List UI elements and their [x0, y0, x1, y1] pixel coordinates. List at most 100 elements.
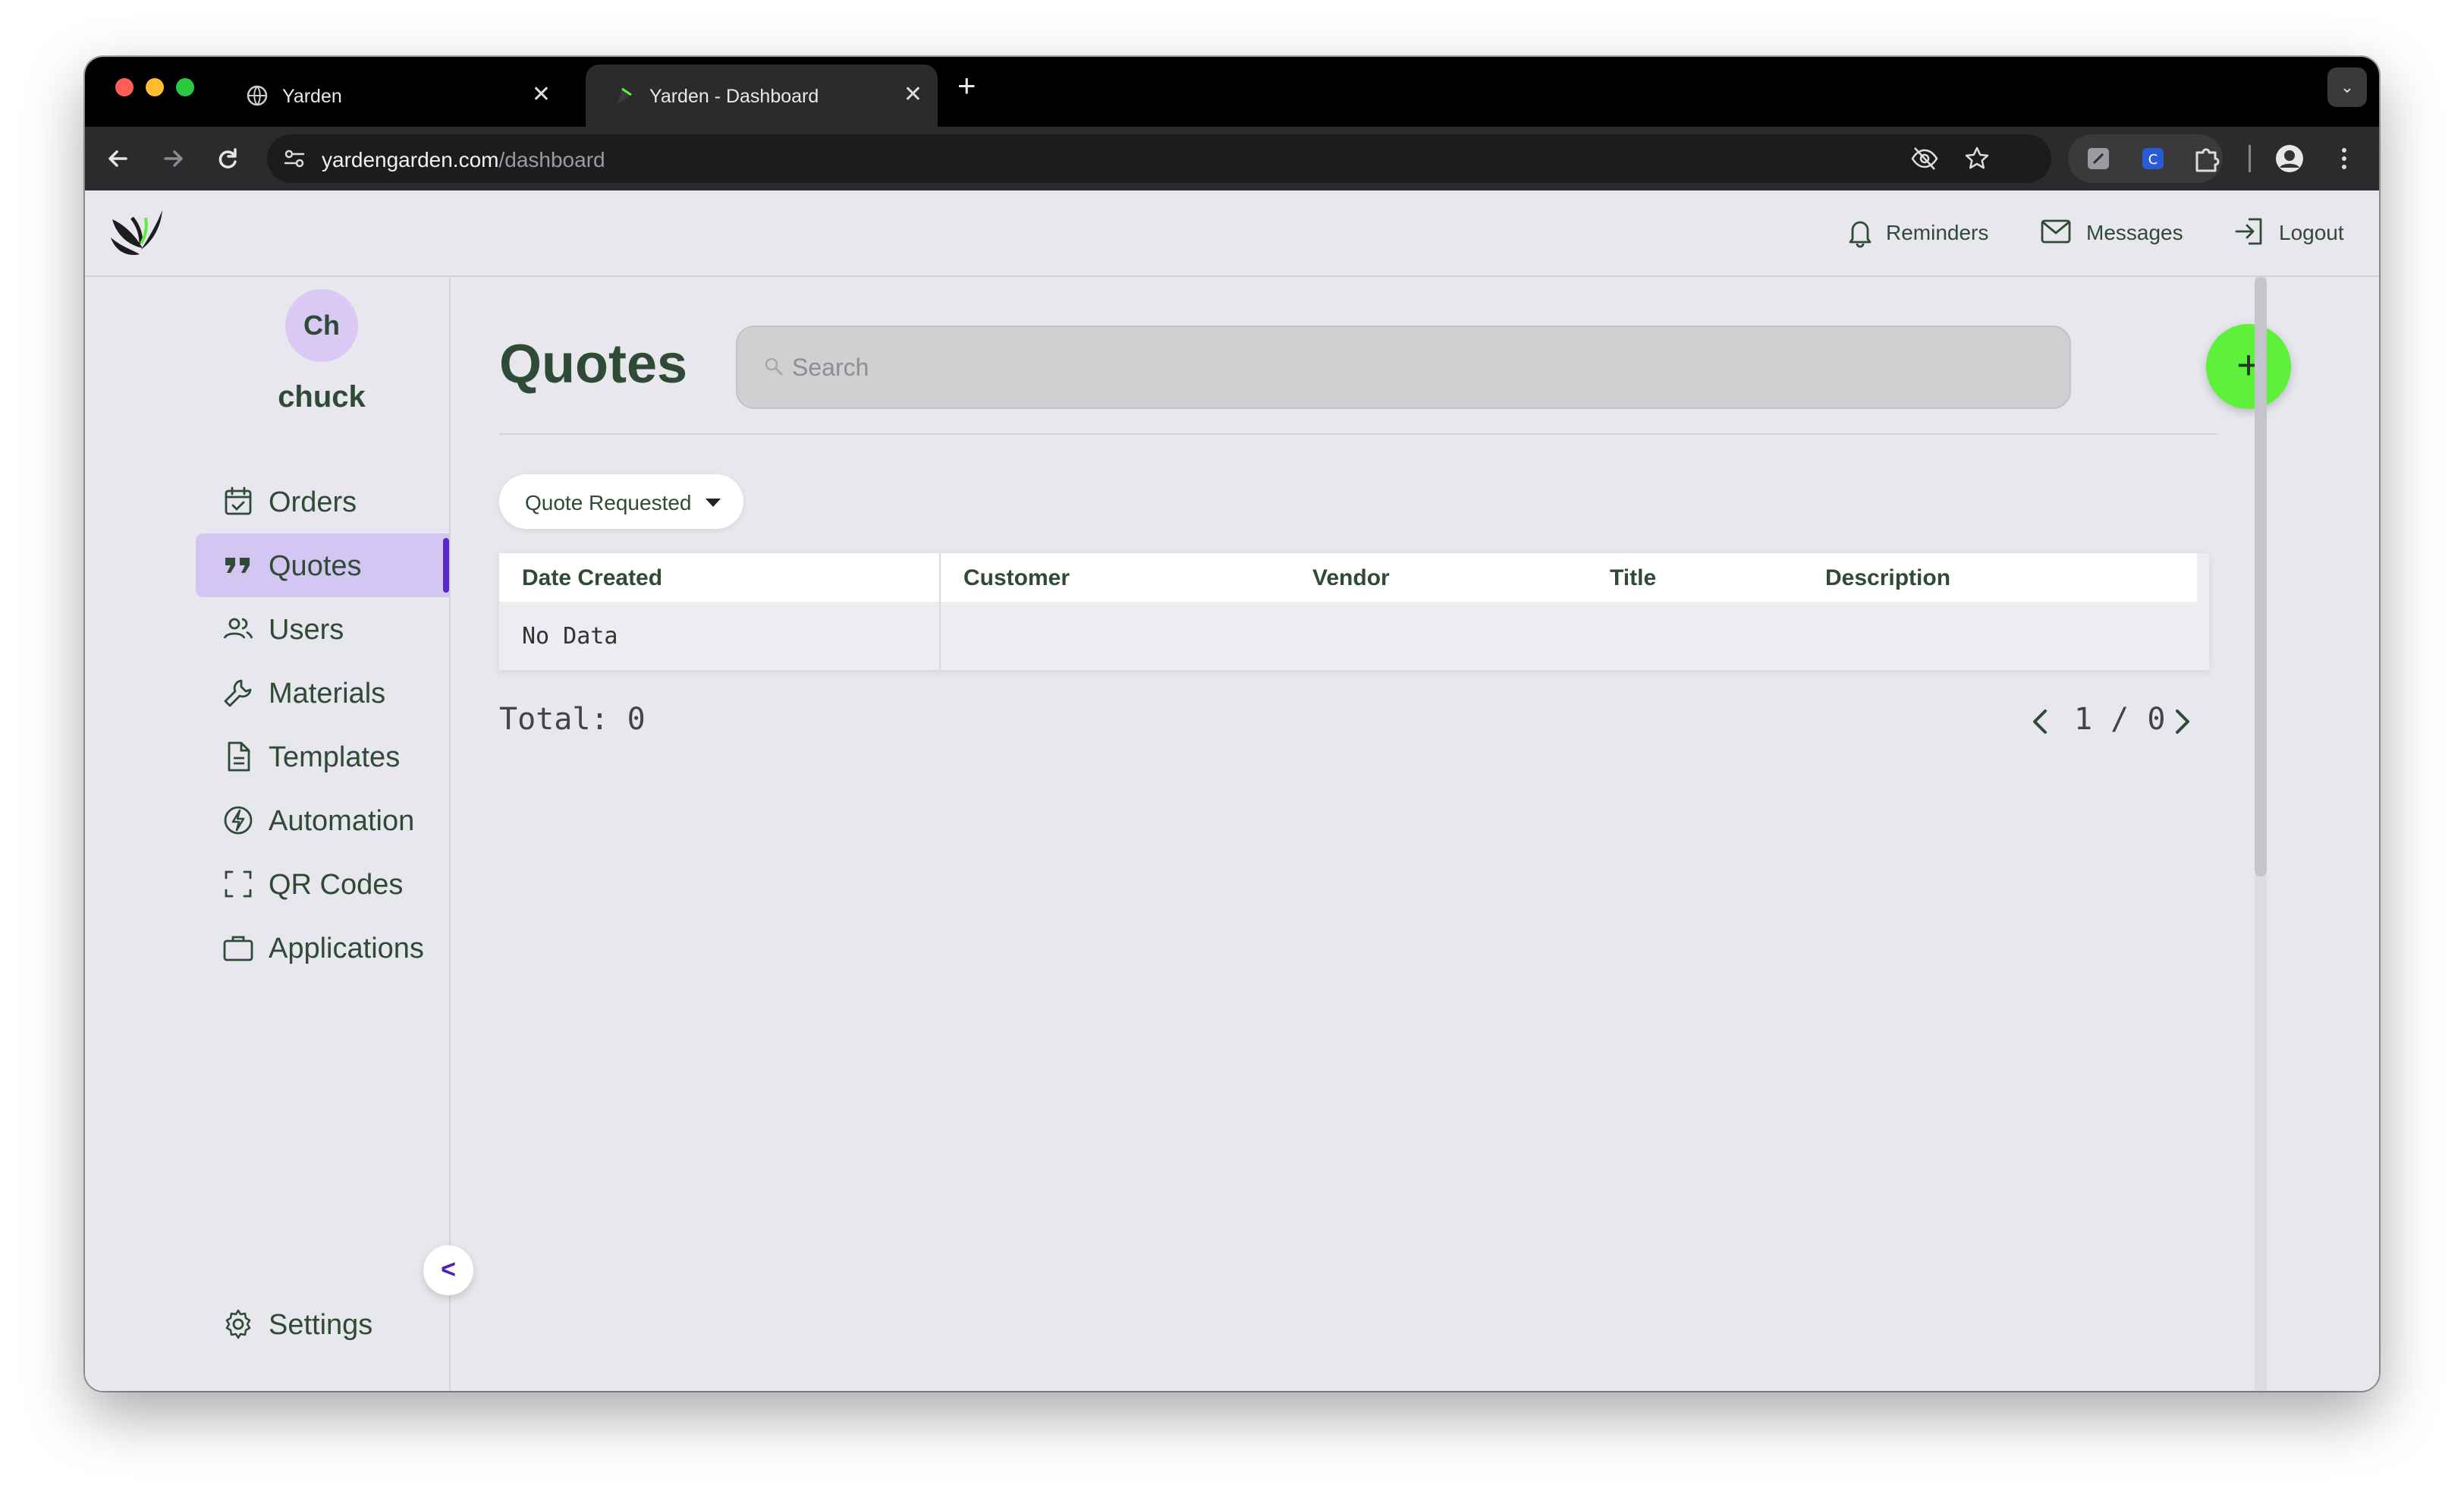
reminders-label: Reminders: [1886, 221, 1989, 244]
scrollbar[interactable]: [2255, 277, 2267, 1391]
profile-avatar-icon[interactable]: [2271, 140, 2308, 177]
browser-window: Yarden ✕ Yarden - Dashboard ✕ + ⌄ yarden…: [85, 57, 2379, 1391]
chevron-right-icon[interactable]: [2167, 705, 2197, 738]
bookmark-star-icon[interactable]: [1963, 145, 1991, 172]
sidebar-item-label: Automation: [269, 805, 415, 837]
users-icon: [223, 618, 253, 639]
logout-label: Logout: [2279, 221, 2344, 244]
sidebar-item-label: Applications: [269, 933, 424, 964]
yarden-favicon-icon: [618, 87, 632, 104]
logout-link[interactable]: Logout: [2232, 218, 2353, 251]
wrench-icon: [224, 679, 252, 707]
sidebar-item-automation[interactable]: Automation: [196, 788, 449, 852]
scrollbar-thumb[interactable]: [2255, 277, 2267, 876]
page-indicator: 1 / 0: [2074, 702, 2166, 737]
document-icon: [228, 741, 250, 772]
column-header-description[interactable]: Description: [1825, 565, 1950, 591]
site-settings-icon[interactable]: [281, 145, 308, 172]
bolt-icon: [224, 806, 253, 835]
sidebar-item-applications[interactable]: Applications: [196, 916, 449, 980]
back-icon[interactable]: [100, 140, 137, 177]
table-header: Date Created Customer Vendor Title Descr…: [499, 553, 2197, 602]
new-tab-button[interactable]: +: [957, 68, 976, 104]
column-header-customer[interactable]: Customer: [963, 565, 1070, 591]
app-header: Reminders Messages Logout: [85, 190, 2379, 277]
caret-down-icon: [706, 499, 721, 507]
browser-tab-dashboard[interactable]: Yarden - Dashboard ✕: [586, 65, 938, 127]
main-content: Quotes + Quote Requested Date Created Cu…: [499, 277, 2291, 1391]
reminders-link[interactable]: Reminders: [1845, 218, 1989, 251]
search-bar[interactable]: [736, 326, 2071, 409]
chevron-left-icon[interactable]: [2026, 705, 2056, 738]
sidebar: Ch chuck Orders Quotes Users Materials T…: [85, 277, 473, 1391]
logout-icon: [2235, 218, 2262, 245]
browser-menu-icon[interactable]: [2326, 140, 2362, 177]
url-path: /dashboard: [498, 148, 605, 171]
status-filter-value: Quote Requested: [525, 491, 692, 514]
tab-title: Yarden - Dashboard: [649, 86, 819, 107]
sidebar-item-orders[interactable]: Orders: [196, 470, 449, 533]
total-count: Total: 0: [499, 702, 646, 737]
url-host: yardengarden.com: [322, 148, 499, 171]
close-tab-icon[interactable]: ✕: [904, 81, 922, 108]
briefcase-icon: [223, 936, 253, 961]
close-window-button[interactable]: [115, 78, 134, 96]
sidebar-item-materials[interactable]: Materials: [196, 661, 449, 725]
sidebar-item-quotes[interactable]: Quotes: [196, 533, 449, 597]
column-divider: [939, 553, 941, 670]
sidebar-item-label: Materials: [269, 678, 386, 710]
eye-off-icon[interactable]: [1910, 145, 1939, 172]
bell-icon: [1849, 221, 1872, 248]
column-header-title[interactable]: Title: [1610, 565, 1656, 591]
column-header-vendor[interactable]: Vendor: [1312, 565, 1390, 591]
sidebar-item-label: Templates: [269, 741, 401, 773]
collapse-sidebar-button[interactable]: <: [423, 1245, 473, 1295]
sidebar-item-qr-codes[interactable]: QR Codes: [196, 852, 449, 916]
sidebar-item-label: Quotes: [269, 550, 362, 582]
sidebar-item-label: QR Codes: [269, 869, 404, 901]
close-tab-icon[interactable]: ✕: [532, 81, 551, 108]
column-header-date-created[interactable]: Date Created: [522, 565, 662, 591]
address-bar[interactable]: yardengarden.com/dashboard: [267, 134, 2051, 183]
browser-tab-yarden[interactable]: Yarden ✕: [218, 65, 566, 127]
tab-search-button[interactable]: ⌄: [2327, 68, 2367, 107]
extension-icon[interactable]: [2080, 140, 2117, 177]
avatar[interactable]: Ch: [285, 289, 358, 362]
svg-text:C: C: [2148, 152, 2158, 168]
page-title: Quotes: [499, 334, 688, 395]
maximize-window-button[interactable]: [176, 78, 194, 96]
sidebar-item-label: Orders: [269, 486, 357, 518]
search-input[interactable]: [790, 347, 2007, 388]
extensions-puzzle-icon[interactable]: [2188, 140, 2224, 177]
yarden-logo-icon[interactable]: [106, 203, 167, 263]
extension-c-icon[interactable]: C: [2135, 140, 2171, 177]
sidebar-item-settings[interactable]: Settings: [196, 1292, 449, 1356]
browser-toolbar: yardengarden.com/dashboard C: [85, 127, 2379, 190]
sidebar-item-label: Users: [269, 614, 344, 646]
forward-icon[interactable]: [155, 140, 191, 177]
toolbar-divider: [2249, 145, 2251, 172]
quote-icon: [225, 558, 250, 573]
sidebar-item-templates[interactable]: Templates: [196, 725, 449, 788]
sidebar-item-users[interactable]: Users: [196, 597, 449, 661]
tab-title: Yarden: [282, 86, 342, 107]
url-text: yardengarden.com/dashboard: [322, 148, 605, 172]
add-quote-button[interactable]: +: [2206, 324, 2291, 409]
app-root: Reminders Messages Logout Ch chuck Order…: [85, 190, 2379, 1391]
calendar-check-icon: [225, 486, 252, 515]
quotes-table: Date Created Customer Vendor Title Descr…: [499, 553, 2209, 670]
globe-icon: [247, 85, 268, 106]
gear-icon: [225, 1309, 251, 1339]
messages-label: Messages: [2086, 221, 2183, 244]
reload-icon[interactable]: [209, 140, 246, 177]
header-divider: [499, 433, 2218, 435]
username: chuck: [278, 380, 366, 414]
scan-frame-icon: [225, 870, 252, 898]
messages-link[interactable]: Messages: [2039, 218, 2191, 251]
minimize-window-button[interactable]: [146, 78, 164, 96]
search-icon: [765, 357, 783, 376]
browser-tab-bar: Yarden ✕ Yarden - Dashboard ✕ + ⌄: [85, 57, 2379, 127]
status-filter-dropdown[interactable]: Quote Requested: [499, 474, 743, 529]
mail-icon: [2041, 219, 2071, 244]
empty-table-message: No Data: [522, 623, 618, 650]
